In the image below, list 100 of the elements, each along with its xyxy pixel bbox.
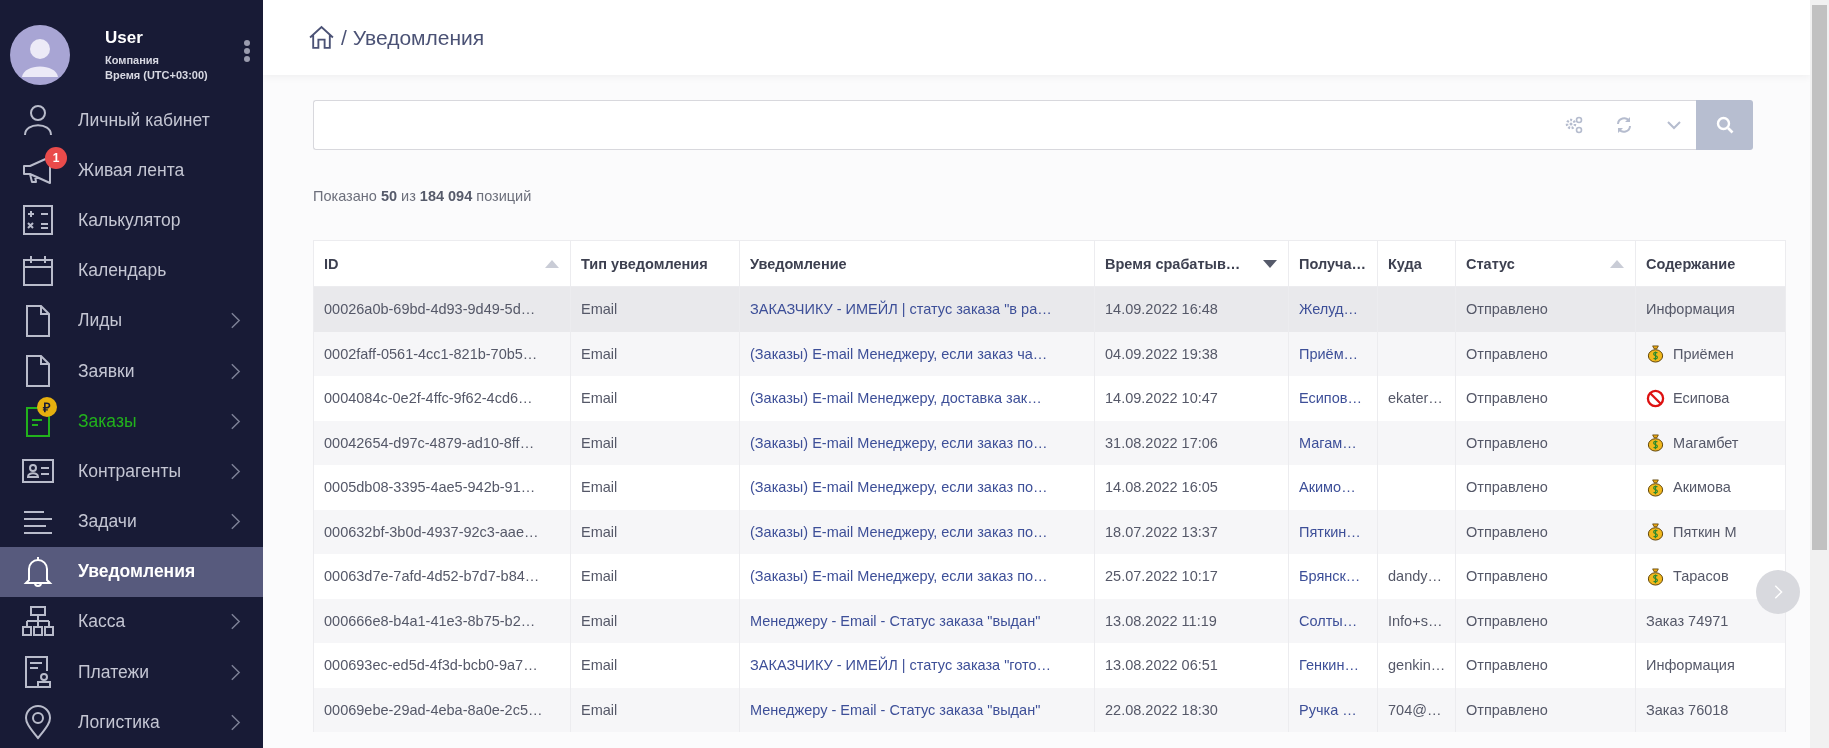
- link[interactable]: Менеджеру - Email - Статус заказа "выдан": [750, 612, 1041, 629]
- sidebar-item[interactable]: Касса: [0, 596, 263, 648]
- column-header[interactable]: Статус: [1455, 240, 1636, 287]
- chevron-right-icon: [230, 512, 241, 532]
- sidebar-item[interactable]: Календарь: [0, 245, 263, 296]
- sidebar-item[interactable]: Контрагенты: [0, 446, 263, 497]
- table-cell: 14.09.2022 10:47: [1105, 390, 1218, 407]
- table-cell: Акимова: [1673, 479, 1731, 496]
- table-cell: Email: [581, 523, 618, 540]
- link[interactable]: (Заказы) E-mail Менеджеру, доставка зак…: [750, 390, 1042, 407]
- table-cell: Отправлено: [1466, 390, 1548, 407]
- link[interactable]: Магам…: [1299, 434, 1357, 451]
- table-cell: Email: [581, 568, 618, 585]
- search-field[interactable]: [313, 100, 1696, 150]
- notification-badge: 1: [45, 147, 67, 170]
- table-cell: 704@…: [1388, 701, 1442, 718]
- table-cell: Email: [581, 612, 618, 629]
- table-cell: 00026a0b-69bd-4d93-9d49-5d…: [324, 301, 536, 318]
- page-title: Уведомления: [352, 25, 485, 50]
- link[interactable]: Приём…: [1299, 345, 1359, 362]
- link[interactable]: (Заказы) E-mail Менеджеру, если заказ по…: [750, 523, 1048, 540]
- chevron-right-icon: [230, 712, 241, 732]
- link[interactable]: (Заказы) E-mail Менеджеру, если заказ по…: [750, 568, 1048, 585]
- link[interactable]: (Заказы) E-mail Менеджеру, если заказ по…: [750, 434, 1048, 451]
- link[interactable]: Есипов…: [1299, 390, 1362, 407]
- column-header[interactable]: Куда: [1377, 240, 1456, 287]
- table-cell: Тарасов: [1673, 568, 1729, 585]
- more-icon[interactable]: [243, 39, 251, 63]
- timezone-label: Время (UTC+03:00): [105, 67, 209, 83]
- table-cell: Пяткин М: [1673, 523, 1737, 540]
- results-summary: Показано 50 из 184 094 позиций: [313, 188, 533, 204]
- search-button[interactable]: [1696, 100, 1753, 150]
- table-cell: Email: [581, 434, 618, 451]
- chevron-right-icon: [230, 411, 241, 431]
- link[interactable]: Менеджеру - Email - Статус заказа "выдан": [750, 701, 1041, 718]
- sidebar-item[interactable]: Уведомления: [0, 546, 263, 597]
- table-cell: Магамбет: [1673, 434, 1739, 451]
- sidebar-item[interactable]: Платежи: [0, 647, 263, 698]
- table-cell: Информация: [1646, 301, 1735, 318]
- sort-down-icon[interactable]: [1262, 258, 1278, 269]
- breadcrumb-separator: /: [341, 25, 347, 50]
- money-bag-icon: [1646, 433, 1665, 453]
- sidebar-item[interactable]: Личный кабинет: [0, 95, 263, 146]
- link[interactable]: ЗАКАЗЧИКУ - ИМЕЙЛ | статус заказа "гото…: [750, 657, 1052, 674]
- table-cell: Email: [581, 345, 618, 362]
- link[interactable]: Ручка …: [1299, 701, 1357, 718]
- gears-icon[interactable]: [1564, 115, 1584, 135]
- home-icon[interactable]: [308, 25, 335, 50]
- table-cell: 31.08.2022 17:06: [1105, 434, 1218, 451]
- money-bag-icon: [1646, 566, 1665, 586]
- table-cell: ekater…: [1388, 390, 1443, 407]
- search-icon: [1714, 115, 1735, 135]
- chevron-right-icon: [230, 361, 241, 381]
- column-header[interactable]: ID: [313, 240, 571, 287]
- table-cell: 22.08.2022 18:30: [1105, 701, 1218, 718]
- sidebar-item[interactable]: 1 Живая лента: [0, 145, 263, 196]
- table-cell: Отправлено: [1466, 345, 1548, 362]
- column-header[interactable]: Получа…: [1288, 240, 1378, 287]
- table-cell: 18.07.2022 13:37: [1105, 523, 1218, 540]
- table-cell: 000632bf-3b0d-4937-92c3-aae…: [324, 523, 539, 540]
- column-header[interactable]: Содержание: [1635, 240, 1786, 287]
- scrollbar-thumb[interactable]: [1812, 5, 1827, 550]
- money-bag-icon: [1646, 522, 1665, 542]
- sidebar-item[interactable]: Калькулятор: [0, 195, 263, 246]
- refresh-icon[interactable]: [1614, 115, 1634, 135]
- chevron-right-icon: [230, 612, 241, 632]
- table-cell: 0005db08-3395-4ae5-942b-91…: [324, 479, 536, 496]
- table-cell: Email: [581, 701, 618, 718]
- sidebar-item[interactable]: Заявки: [0, 345, 263, 397]
- table-cell: Отправлено: [1466, 657, 1548, 674]
- table-cell: Email: [581, 301, 618, 318]
- table-cell: 14.09.2022 16:48: [1105, 301, 1218, 318]
- link[interactable]: Генкин…: [1299, 657, 1359, 674]
- sidebar-item[interactable]: Логистика: [0, 697, 263, 748]
- link[interactable]: ЗАКАЗЧИКУ - ИМЕЙЛ | статус заказа "в ра…: [750, 301, 1052, 318]
- sort-up-icon[interactable]: [1609, 258, 1625, 269]
- company-name: Компания: [105, 52, 160, 68]
- column-header[interactable]: Тип уведомления: [570, 240, 740, 287]
- link[interactable]: Акимо…: [1299, 479, 1356, 496]
- link[interactable]: Брянск…: [1299, 568, 1361, 585]
- coin-badge: ₽: [37, 397, 57, 418]
- table-cell: Есипова: [1673, 390, 1730, 407]
- link[interactable]: (Заказы) E-mail Менеджеру, если заказ по…: [750, 479, 1048, 496]
- link[interactable]: Солты…: [1299, 612, 1358, 629]
- avatar-icon: [10, 25, 70, 85]
- sidebar-item[interactable]: Лиды: [0, 295, 263, 346]
- sidebar-item[interactable]: ₽ Заказы: [0, 396, 263, 447]
- table-cell: Приёмен: [1673, 345, 1734, 362]
- sidebar-item[interactable]: Задачи: [0, 496, 263, 547]
- sort-up-icon[interactable]: [544, 258, 560, 269]
- link[interactable]: Пяткин…: [1299, 523, 1361, 540]
- table-cell: Отправлено: [1466, 568, 1548, 585]
- column-header[interactable]: Время срабатыв…: [1094, 240, 1289, 287]
- table-cell: 00069ebe-29ad-4eba-8a0e-2c5…: [324, 701, 543, 718]
- link[interactable]: Желуд…: [1299, 301, 1358, 318]
- link[interactable]: (Заказы) E-mail Менеджеру, если заказ ча…: [750, 345, 1048, 362]
- column-header[interactable]: Уведомление: [739, 240, 1095, 287]
- table-cell: Отправлено: [1466, 523, 1548, 540]
- table-cell: Email: [581, 657, 618, 674]
- scrollbar[interactable]: [1810, 0, 1829, 748]
